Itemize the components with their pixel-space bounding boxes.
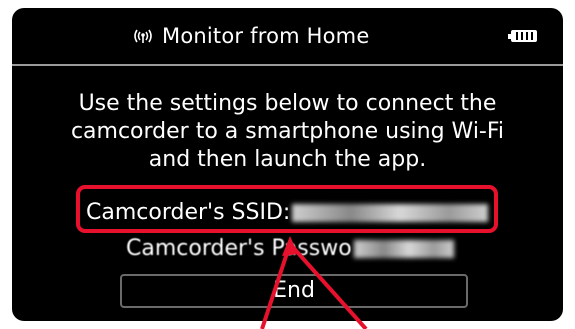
callout-arrows <box>260 236 368 329</box>
callout-arrow-right <box>288 242 368 329</box>
callout-arrow-left <box>260 243 292 329</box>
callout-arrow-head <box>282 236 298 256</box>
